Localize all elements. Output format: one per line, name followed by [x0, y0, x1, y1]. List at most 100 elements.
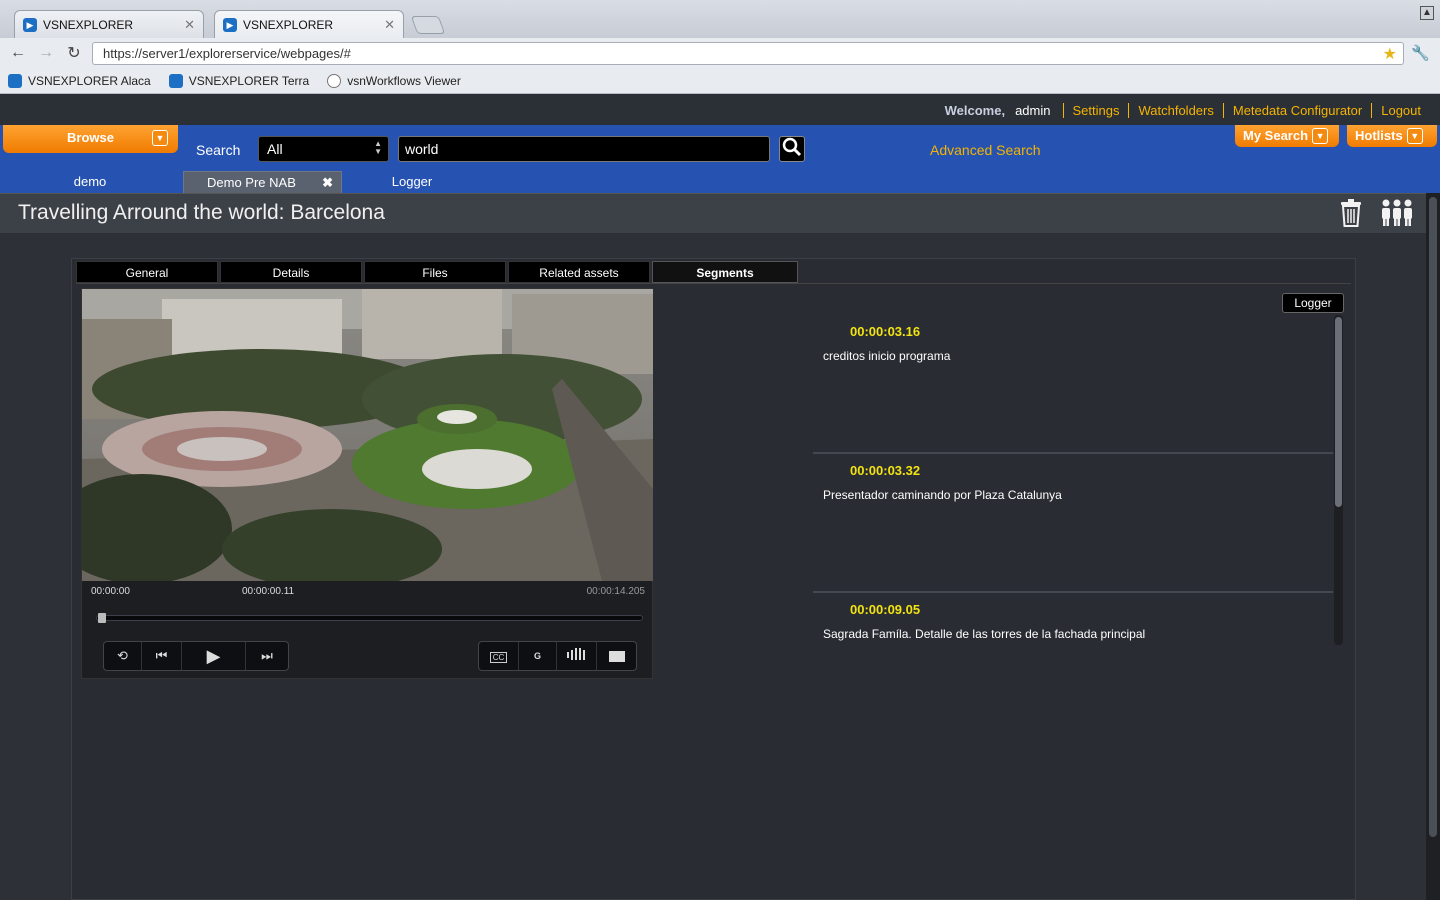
g-button[interactable]: G — [519, 642, 557, 670]
segment-timecode[interactable]: 00:00:09.05 — [850, 602, 920, 617]
tab-details[interactable]: Details — [220, 261, 362, 283]
new-tab-button[interactable] — [410, 16, 446, 34]
time-start: 00:00:00 — [91, 586, 130, 597]
tab-label: Logger — [391, 174, 433, 189]
volume-icon[interactable] — [557, 642, 597, 670]
forward-arrow-icon[interactable]: → — [32, 44, 60, 62]
prev-icon[interactable]: ⏮ — [142, 642, 182, 670]
welcome-text: Welcome, — [944, 102, 1006, 118]
tab-label: Demo Pre NAB — [207, 175, 296, 190]
select-arrows-icon: ▲ ▼ — [374, 139, 382, 156]
tab-demo-pre-nab[interactable]: Demo Pre NAB ✖ — [183, 171, 342, 193]
browse-button[interactable]: Browse ▼ — [3, 125, 178, 153]
bookmark-item[interactable]: VSNEXPLORER Terra — [168, 73, 310, 88]
segment-description: creditos inicio programa — [823, 349, 951, 363]
search-input[interactable] — [398, 136, 770, 162]
my-search-button[interactable]: My Search ▼ — [1235, 125, 1339, 147]
chevron-down-icon: ▼ — [152, 130, 168, 146]
bookmark-item[interactable]: VSNEXPLORER Alaca — [8, 73, 151, 88]
time-end: 00:00:14.205 — [586, 586, 645, 597]
scrollbar-thumb[interactable] — [1429, 197, 1437, 837]
transport-controls: ⟲ ⏮ ▶ ⏭ — [103, 641, 289, 671]
browser-tab-1[interactable]: ▶ VSNEXPLORER ✕ — [14, 10, 204, 38]
segment-item[interactable]: 00:00:03.32 Presentador caminando por Pl… — [813, 454, 1333, 593]
browser-tabstrip: ▶ VSNEXPLORER ✕ ▶ VSNEXPLORER ✕ ▲ — [0, 0, 1440, 38]
chevron-down-icon: ▼ — [1406, 127, 1423, 144]
segments-scrollbar[interactable] — [1334, 315, 1343, 645]
vsn-favicon-icon: ▶ — [23, 17, 37, 32]
bookmark-label: vsnWorkflows Viewer — [347, 73, 461, 88]
scrollbar-thumb[interactable] — [1335, 317, 1342, 507]
url-text: https://server1/explorerservice/webpages… — [103, 46, 351, 61]
search-scope-select[interactable]: All ▲ ▼ — [258, 136, 389, 162]
address-bar[interactable]: https://server1/explorerservice/webpages… — [92, 42, 1404, 65]
close-icon[interactable]: ✖ — [322, 172, 333, 194]
vsn-favicon-icon — [8, 73, 22, 88]
tab-segments[interactable]: Segments — [652, 261, 798, 283]
play-icon[interactable]: ▶ — [182, 642, 246, 670]
logout-link[interactable]: Logout — [1371, 102, 1430, 118]
browser-toolbar: ← → ↻ https://server1/explorerservice/we… — [0, 38, 1440, 68]
segment-item[interactable]: 00:00:03.16 creditos inicio programa — [813, 315, 1333, 454]
page-title: Travelling Arround the world: Barcelona — [18, 201, 385, 224]
vsn-favicon-icon: ▶ — [223, 17, 237, 32]
browser-tab-title: VSNEXPLORER — [243, 17, 334, 32]
segment-item[interactable]: 00:00:09.05 Sagrada Famíla. Detalle de l… — [813, 593, 1333, 645]
logger-button[interactable]: Logger — [1282, 293, 1344, 313]
search-button[interactable] — [779, 136, 805, 162]
segment-description: Presentador caminando por Plaza Cataluny… — [823, 488, 1062, 502]
browser-tab-2[interactable]: ▶ VSNEXPLORER ✕ — [214, 10, 404, 38]
advanced-search-link[interactable]: Advanced Search — [930, 142, 1041, 158]
bookmark-label: VSNEXPLORER Terra — [188, 73, 310, 88]
segment-timecode[interactable]: 00:00:03.32 — [850, 463, 920, 478]
tab-files[interactable]: Files — [364, 261, 506, 283]
watchfolders-link[interactable]: Watchfolders — [1128, 102, 1222, 118]
time-current: 00:00:00.11 — [242, 586, 295, 597]
video-frame[interactable] — [82, 289, 653, 581]
hotlists-button[interactable]: Hotlists ▼ — [1347, 125, 1437, 147]
bookmark-label: VSNEXPLORER Alaca — [28, 73, 151, 88]
tab-logger[interactable]: Logger — [362, 171, 462, 193]
bookmark-star-icon[interactable]: ★ — [1383, 44, 1397, 64]
tab-related-assets[interactable]: Related assets — [508, 261, 650, 283]
tab-demo[interactable]: demo — [40, 171, 140, 193]
cc-label: CC — [489, 652, 508, 663]
wrench-icon[interactable]: 🔧 — [1411, 44, 1430, 62]
media-options: CC G — [478, 641, 637, 671]
tab-label: demo — [73, 174, 107, 189]
cc-button[interactable]: CC — [479, 642, 519, 670]
browse-label: Browse — [67, 130, 114, 145]
metadata-configurator-link[interactable]: Metedata Configurator — [1222, 102, 1371, 118]
bookmarks-bar: VSNEXPLORER Alaca VSNEXPLORER Terra vsnW… — [0, 68, 1440, 94]
settings-link[interactable]: Settings — [1062, 102, 1129, 118]
fullscreen-icon[interactable] — [597, 642, 636, 670]
close-tab-icon[interactable]: ✕ — [384, 17, 395, 33]
asset-detail-panel: General Details Files Related assets Seg… — [71, 258, 1356, 900]
page-scrollbar[interactable] — [1426, 193, 1440, 900]
bookmark-item[interactable]: vsnWorkflows Viewer — [327, 73, 461, 88]
segments-list: 00:00:03.16 creditos inicio programa 00:… — [813, 315, 1333, 645]
window-restore-icon[interactable]: ▲ — [1420, 6, 1434, 20]
timeline-scrubber[interactable] — [96, 613, 643, 623]
users-icon[interactable] — [1380, 199, 1414, 227]
tab-general[interactable]: General — [76, 261, 218, 283]
magnifier-icon — [782, 137, 802, 157]
my-search-label: My Search — [1243, 128, 1309, 143]
volume-bars-icon — [566, 648, 585, 660]
scrubber-handle[interactable] — [98, 613, 107, 623]
segment-description: Sagrada Famíla. Detalle de las torres de… — [823, 627, 1146, 641]
workspace-tabs: demo Demo Pre NAB ✖ Logger — [0, 171, 1440, 193]
back-arrow-icon[interactable]: ← — [4, 44, 32, 62]
reload-icon[interactable]: ↻ — [60, 43, 88, 63]
globe-icon — [327, 73, 342, 88]
close-tab-icon[interactable]: ✕ — [184, 17, 195, 33]
trash-icon[interactable] — [1339, 199, 1363, 227]
user-header: Welcome, admin Settings Watchfolders Met… — [0, 95, 1440, 125]
loop-icon[interactable]: ⟲ — [104, 642, 142, 670]
segment-timecode[interactable]: 00:00:03.16 — [850, 324, 920, 339]
tab-divider — [76, 283, 1351, 284]
content-area: General Details Files Related assets Seg… — [0, 233, 1440, 900]
next-icon[interactable]: ⏭ — [246, 642, 288, 670]
asset-title-bar: Travelling Arround the world: Barcelona — [0, 193, 1440, 233]
username: admin — [1015, 102, 1051, 118]
